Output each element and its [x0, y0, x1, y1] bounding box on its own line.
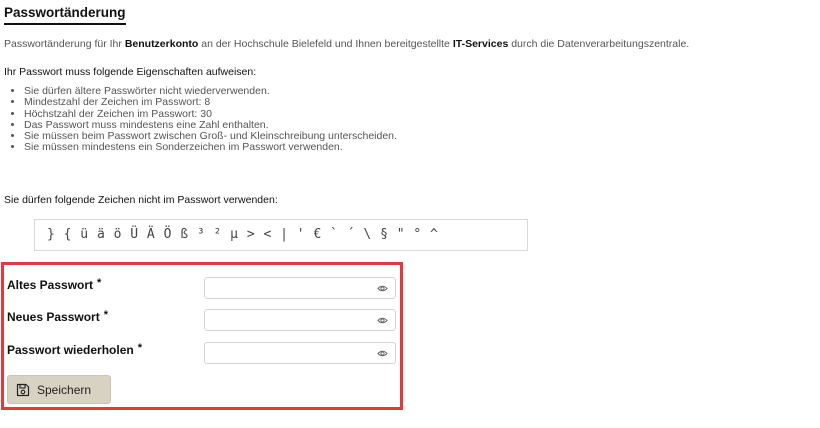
floppy-disk-icon [16, 383, 30, 396]
old-password-field[interactable] [204, 277, 396, 299]
repeat-password-field[interactable] [204, 342, 396, 364]
list-item: Mindestzahl der Zeichen im Passwort: 8 [24, 96, 397, 108]
old-password-label: Altes Passwort * [7, 277, 101, 292]
intro-part-2: an der Hochschule Bielefeld und Ihnen be… [198, 38, 453, 50]
eye-icon[interactable] [377, 283, 388, 294]
repeat-password-input[interactable] [209, 343, 369, 363]
required-marker: * [97, 277, 102, 289]
repeat-password-label-text: Passwort wiederholen [7, 343, 134, 357]
required-marker: * [103, 309, 108, 321]
intro-text: Passwortänderung für Ihr Benutzerkonto a… [4, 38, 689, 50]
page-title: Passwortänderung [4, 5, 126, 25]
requirements-heading: Ihr Passwort muss folgende Eigenschaften… [4, 66, 257, 78]
old-password-label-text: Altes Passwort [7, 278, 94, 292]
repeat-password-label: Passwort wiederholen * [7, 342, 142, 357]
forbidden-chars-box: } { ü ä ö Ü Ä Ö ß ³ ² µ > < | ' € ` ´ \ … [34, 219, 528, 251]
requirements-list: Sie dürfen ältere Passwörter nicht wiede… [4, 85, 397, 154]
new-password-label: Neues Passwort * [7, 309, 108, 324]
eye-icon[interactable] [377, 315, 388, 326]
list-item: Sie müssen mindestens ein Sonderzeichen … [24, 142, 397, 154]
required-marker: * [137, 342, 142, 354]
old-password-input[interactable] [209, 278, 369, 298]
new-password-input[interactable] [209, 310, 369, 330]
forbidden-chars-heading: Sie dürfen folgende Zeichen nicht im Pas… [4, 194, 278, 206]
intro-part-1: Passwortänderung für Ihr [4, 38, 125, 50]
intro-bold-it-services: IT-Services [452, 38, 509, 50]
save-button[interactable]: Speichern [7, 375, 111, 404]
save-button-label: Speichern [37, 382, 92, 397]
intro-bold-account: Benutzerkonto [124, 38, 199, 50]
intro-part-3: durch die Datenverarbeitungszentrale. [508, 38, 690, 50]
eye-icon[interactable] [377, 348, 388, 359]
new-password-label-text: Neues Passwort [7, 310, 100, 324]
new-password-field[interactable] [204, 309, 396, 331]
